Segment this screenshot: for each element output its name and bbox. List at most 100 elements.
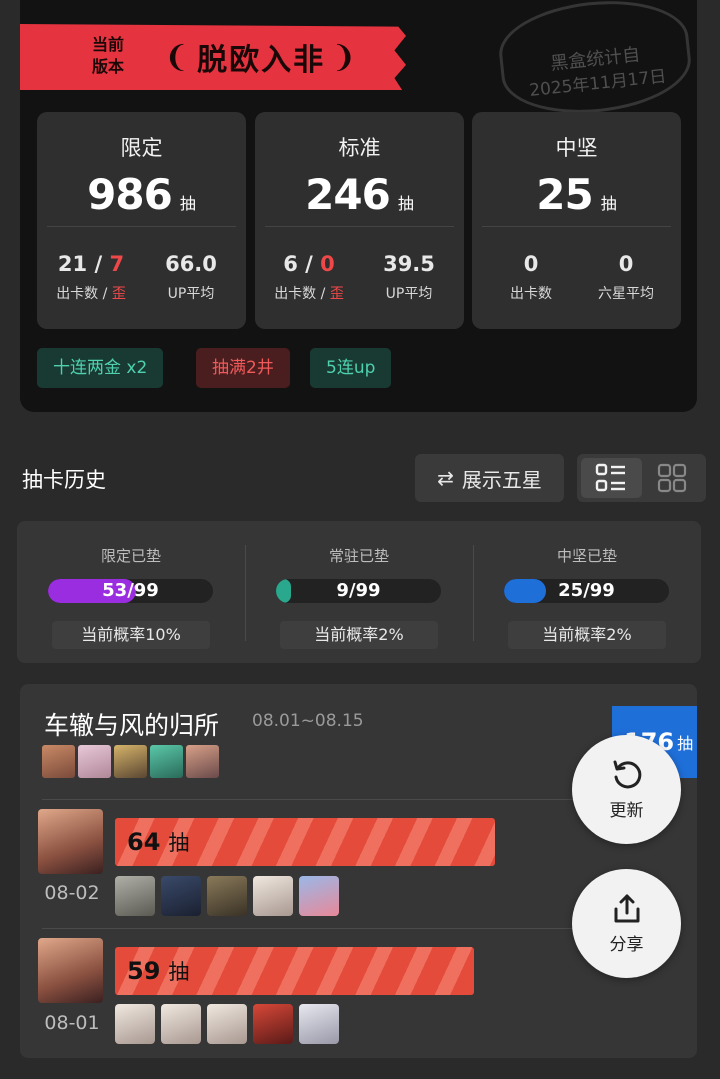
cards-count: 0 <box>523 252 539 276</box>
cards-label: 出卡数 <box>56 286 99 302</box>
list-view-icon <box>596 463 626 492</box>
six-star-avatar <box>38 938 103 1003</box>
pity-standard: 常驻已垫 9/99 当前概率2% <box>245 521 473 663</box>
pull-count-bar: 64 抽 <box>115 818 495 866</box>
stat-count: 25 抽 <box>472 170 681 219</box>
pity-rate: 当前概率10% <box>52 621 210 649</box>
refresh-label: 更新 <box>609 801 644 821</box>
stat-sub-up-avg: 39.5 UP平均 <box>359 252 459 303</box>
cards-count: 21 <box>57 252 88 276</box>
swap-icon: ⇄ <box>437 466 454 490</box>
operator-avatar <box>150 745 183 778</box>
pity-label: 中坚已垫 <box>556 547 617 565</box>
operator-avatar <box>299 1004 339 1044</box>
operator-avatar <box>115 876 155 916</box>
label-sep: / <box>98 286 112 302</box>
achievement-tag: 抽满2井 <box>196 348 290 388</box>
divider <box>42 928 595 929</box>
up-avg-label: UP平均 <box>167 286 215 302</box>
banner-version-label: 当前版本 <box>91 35 124 76</box>
pull-date: 08-01 <box>44 1012 100 1034</box>
stat-count-value: 986 <box>87 170 173 219</box>
pity-progress-text: 25/99 <box>558 580 615 601</box>
show-five-star-button[interactable]: ⇄ 展示五星 <box>415 454 564 502</box>
achievement-tag: 5连up <box>310 348 392 388</box>
refresh-button[interactable]: 更新 <box>572 735 681 844</box>
divider <box>265 226 454 227</box>
list-view-button[interactable] <box>581 458 642 498</box>
cards-label: 出卡数 <box>510 286 552 302</box>
operator-avatar <box>115 1004 155 1044</box>
stat-card-standard: 标准 246 抽 6 / 0 出卡数 / 歪 39.5 UP平均 <box>255 112 464 329</box>
stat-sub-cards: 6 / 0 出卡数 / 歪 <box>259 252 359 303</box>
stat-count: 246 抽 <box>255 170 464 219</box>
laurel-right-icon: ❩ <box>331 39 359 75</box>
operator-avatar <box>253 876 293 916</box>
operator-avatar <box>207 876 247 916</box>
stat-count: 986 抽 <box>37 170 246 219</box>
history-title: 抽卡历史 <box>22 468 106 492</box>
view-toggle <box>577 454 706 502</box>
pool-total-unit: 抽 <box>677 734 694 753</box>
stat-count-unit: 抽 <box>397 194 414 213</box>
pool-title: 车辙与风的归所 <box>44 711 220 740</box>
stat-card-midtier: 中坚 25 抽 0 出卡数 0 六星平均 <box>472 112 681 329</box>
stat-sub-up-avg: 66.0 UP平均 <box>141 252 241 303</box>
off-banner-count: 7 <box>109 252 125 276</box>
stat-sub-six-avg: 0 六星平均 <box>576 252 676 303</box>
stat-name: 限定 <box>120 136 163 160</box>
operator-avatar <box>114 745 147 778</box>
stat-count-unit: 抽 <box>179 194 196 213</box>
laurel-left-icon: ❨ <box>164 39 192 75</box>
divider <box>482 226 671 227</box>
pity-rate: 当前概率2% <box>508 621 666 649</box>
operator-avatar <box>42 745 75 778</box>
pity-progress-text: 9/99 <box>336 580 381 601</box>
divider <box>42 799 595 800</box>
pool-featured-avatars <box>42 745 219 778</box>
divider <box>47 226 236 227</box>
five-star-avatars <box>115 876 339 916</box>
pool-dates: 08.01~08.15 <box>252 711 364 731</box>
six-star-avatar <box>38 809 103 874</box>
pity-progress-bar: 25/99 <box>504 579 669 603</box>
pity-label: 限定已垫 <box>100 547 161 565</box>
pity-rate: 当前概率2% <box>280 621 438 649</box>
operator-avatar <box>186 745 219 778</box>
achievement-tag: 十连两金 x2 <box>37 348 164 388</box>
operator-avatar <box>253 1004 293 1044</box>
off-banner-label: 歪 <box>329 286 344 302</box>
stat-count-unit: 抽 <box>600 194 617 213</box>
share-button[interactable]: 分享 <box>572 869 681 978</box>
grid-view-icon <box>657 463 686 493</box>
pool-history-card[interactable]: 车辙与风的归所 08.01~08.15 176 抽 08-02 64 抽 08-… <box>20 684 697 1058</box>
banner-title: 脱欧入非 <box>197 43 326 78</box>
pull-count-bar: 59 抽 <box>115 947 474 995</box>
pull-unit: 抽 <box>168 831 190 855</box>
six-avg-label: 六星平均 <box>598 286 654 302</box>
operator-avatar <box>78 745 111 778</box>
stat-count-value: 246 <box>305 170 391 219</box>
grid-view-button[interactable] <box>642 458 703 498</box>
stat-name: 标准 <box>338 136 381 160</box>
pity-progress-bar: 9/99 <box>276 579 441 603</box>
cards-count: 6 <box>283 252 298 276</box>
stat-card-limited: 限定 986 抽 21 / 7 出卡数 / 歪 66.0 UP平均 <box>37 112 246 329</box>
sep: / <box>297 252 321 276</box>
pity-progress-text: 53/99 <box>102 580 159 601</box>
pity-label: 常驻已垫 <box>328 547 389 565</box>
label-sep: / <box>316 286 330 302</box>
pity-progress-bar: 53/99 <box>48 579 213 603</box>
pity-limited: 限定已垫 53/99 当前概率10% <box>17 521 245 663</box>
pull-count: 64 <box>127 828 161 856</box>
pull-date: 08-02 <box>44 882 100 904</box>
show-five-star-label: 展示五星 <box>461 467 542 492</box>
pity-midtier: 中坚已垫 25/99 当前概率2% <box>473 521 701 663</box>
share-label: 分享 <box>609 935 644 955</box>
share-icon <box>614 894 639 923</box>
cards-label: 出卡数 <box>274 286 317 302</box>
off-banner-count: 0 <box>320 252 335 276</box>
pity-panel: 限定已垫 53/99 当前概率10% 常驻已垫 9/99 当前概率2% 中坚已垫… <box>17 521 701 663</box>
stat-count-value: 25 <box>536 170 593 219</box>
six-avg-value: 0 <box>618 252 634 276</box>
